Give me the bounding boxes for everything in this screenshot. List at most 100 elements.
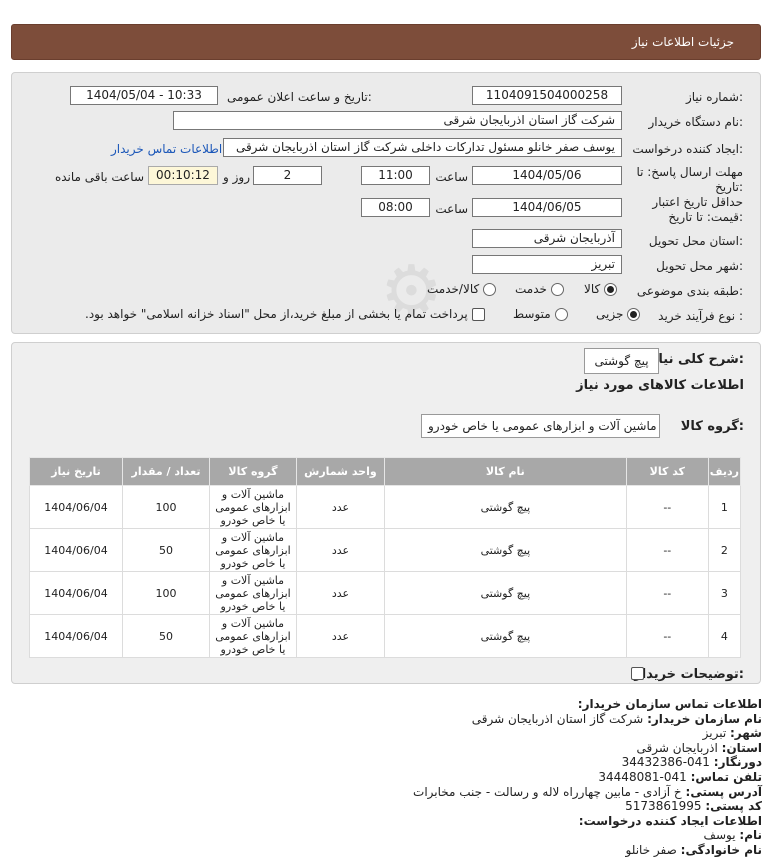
remaining-time-field: 00:10:12 xyxy=(148,166,218,185)
contact-phone: تلفن تماس: 041-34448081 xyxy=(598,769,762,784)
province-label: استان محل تحویل: xyxy=(648,234,743,248)
category-option-goods-label: کالا xyxy=(584,282,601,296)
category-label: طبقه بندی موضوعی: xyxy=(636,284,743,298)
treasury-payment-option[interactable]: پرداخت تمام یا بخشی از مبلغ خرید،از محل … xyxy=(85,307,485,321)
cell-code: -- xyxy=(625,614,709,658)
deadline-date-field: 1404/05/06 xyxy=(472,166,622,185)
page-title: جزئیات اطلاعات نیاز xyxy=(631,35,734,49)
deadline-time-field: 11:00 xyxy=(361,166,430,185)
category-option-service-label: خدمت xyxy=(515,282,547,296)
buyer-contact-link[interactable]: اطلاعات تماس خریدار xyxy=(111,142,222,156)
cell-date: 1404/06/04 xyxy=(28,614,124,658)
contact-fax: دورنگار: 041-34432386 xyxy=(621,755,762,770)
cell-qty: 50 xyxy=(122,614,210,658)
cell-code: -- xyxy=(625,485,709,529)
items-table-header: ردیف کد کالا نام کالا واحد شمارش گروه کا… xyxy=(28,457,742,486)
checkbox-icon[interactable] xyxy=(471,308,485,321)
contact-title: اطلاعات تماس سازمان خریدار: xyxy=(577,697,762,711)
col-name: نام کالا xyxy=(383,457,627,486)
cell-name: پیچ گوشتی xyxy=(383,571,627,615)
cell-qty: 100 xyxy=(122,485,210,529)
buyer-notes-checkbox[interactable] xyxy=(631,667,644,680)
days-label: روز و xyxy=(223,170,250,184)
city-field: تبریز xyxy=(472,255,622,274)
cell-group: ماشین آلات و ابزارهای عمومی یا خاص خودرو xyxy=(208,614,297,658)
validity-label-1: حداقل تاریخ اعتبار xyxy=(652,195,743,209)
category-option-both[interactable]: کالا/خدمت xyxy=(427,282,497,296)
category-option-goods[interactable]: کالا xyxy=(584,282,618,296)
cell-row: 1 xyxy=(707,485,742,529)
col-row: ردیف xyxy=(707,457,742,486)
process-option-minor[interactable]: جزیی xyxy=(596,307,641,321)
need-number-label: شماره نیاز: xyxy=(685,90,743,104)
province-field: آذربایجان شرقی xyxy=(472,229,622,248)
cell-row: 4 xyxy=(707,614,742,658)
radio-icon[interactable] xyxy=(554,308,568,321)
need-number-field: 1104091504000258 xyxy=(472,86,622,105)
cell-group: ماشین آلات و ابزارهای عمومی یا خاص خودرو xyxy=(208,485,297,529)
validity-time-field: 08:00 xyxy=(361,198,430,217)
table-row: 1 -- پیچ گوشتی عدد ماشین آلات و ابزارهای… xyxy=(28,485,742,529)
deadline-time-label: ساعت xyxy=(435,170,468,184)
col-unit: واحد شمارش xyxy=(295,457,385,486)
contact-province: استان: اذربایجان شرقی xyxy=(636,740,762,755)
radio-selected-icon[interactable] xyxy=(627,308,641,321)
col-date: تاریخ نیاز xyxy=(28,457,124,486)
category-option-service[interactable]: خدمت xyxy=(515,282,564,296)
process-label: نوع فرآیند خرید : xyxy=(658,309,743,323)
cell-code: -- xyxy=(625,528,709,572)
cell-row: 2 xyxy=(707,528,742,572)
announce-label: تاریخ و ساعت اعلان عمومی: xyxy=(227,90,372,104)
buyer-notes-label: توضیحات خریدار: xyxy=(634,667,744,682)
creator-label: ایجاد کننده درخواست: xyxy=(632,142,743,156)
group-field: ماشین آلات و ابزارهای عمومی یا خاص خودرو xyxy=(421,414,660,438)
table-row: 3 -- پیچ گوشتی عدد ماشین آلات و ابزارهای… xyxy=(28,571,742,615)
deadline-label-2: تاریخ: xyxy=(715,180,743,194)
cell-name: پیچ گوشتی xyxy=(383,485,627,529)
items-table: ردیف کد کالا نام کالا واحد شمارش گروه کا… xyxy=(28,457,742,658)
buyer-org-field: شرکت گاز استان اذربایجان شرقی xyxy=(173,111,622,130)
validity-time-label: ساعت xyxy=(435,202,468,216)
creator-name: نام: یوسف xyxy=(703,828,762,843)
creator-title: اطلاعات ایجاد کننده درخواست: xyxy=(578,813,762,828)
radio-selected-icon[interactable] xyxy=(604,283,618,296)
contact-org: نام سازمان خریدار: شرکت گاز استان اذربای… xyxy=(471,711,762,726)
days-field: 2 xyxy=(253,166,322,185)
cell-unit: عدد xyxy=(295,528,385,572)
cell-qty: 50 xyxy=(122,528,210,572)
deadline-label-1: مهلت ارسال پاسخ: تا xyxy=(636,165,743,179)
cell-unit: عدد xyxy=(295,571,385,615)
group-label: گروه کالا: xyxy=(680,419,744,434)
page-header: جزئیات اطلاعات نیاز xyxy=(11,24,761,60)
buyer-org-label: نام دستگاه خریدار: xyxy=(648,115,744,129)
announce-field: 1404/05/04 - 10:33 xyxy=(70,86,218,105)
desc-label: شرح کلی نیاز: xyxy=(650,352,744,367)
category-option-both-label: کالا/خدمت xyxy=(427,282,480,296)
table-row: 2 -- پیچ گوشتی عدد ماشین آلات و ابزارهای… xyxy=(28,528,742,572)
cell-group: ماشین آلات و ابزارهای عمومی یا خاص خودرو xyxy=(208,528,297,572)
validity-label-2: قیمت: تا تاریخ: xyxy=(668,210,743,224)
process-option-medium-label: متوسط xyxy=(513,307,551,321)
creator-field: یوسف صفر خانلو مسئول تدارکات داخلی شرکت … xyxy=(223,138,622,157)
cell-name: پیچ گوشتی xyxy=(383,614,627,658)
cell-name: پیچ گوشتی xyxy=(383,528,627,572)
table-row: 4 -- پیچ گوشتی عدد ماشین آلات و ابزارهای… xyxy=(28,614,742,658)
cell-unit: عدد xyxy=(295,614,385,658)
radio-icon[interactable] xyxy=(550,283,564,296)
cell-group: ماشین آلات و ابزارهای عمومی یا خاص خودرو xyxy=(208,571,297,615)
cell-unit: عدد xyxy=(295,485,385,529)
cell-date: 1404/06/04 xyxy=(28,571,124,615)
city-label: شهر محل تحویل: xyxy=(656,259,743,273)
treasury-payment-label: پرداخت تمام یا بخشی از مبلغ خرید،از محل … xyxy=(85,307,468,321)
process-option-medium[interactable]: متوسط xyxy=(513,307,568,321)
radio-icon[interactable] xyxy=(483,283,497,296)
cell-row: 3 xyxy=(707,571,742,615)
col-group: گروه کالا xyxy=(208,457,297,486)
cell-date: 1404/06/04 xyxy=(28,485,124,529)
contact-address: آدرس پستی: خ آزادی - مابین چهارراه لاله … xyxy=(413,784,762,799)
creator-family: نام خانوادگی: صفر خانلو xyxy=(625,842,762,857)
goods-info-title: اطلاعات کالاهای مورد نیاز xyxy=(576,378,744,393)
process-option-minor-label: جزیی xyxy=(596,307,624,321)
col-qty: تعداد / مقدار xyxy=(122,457,210,486)
cell-qty: 100 xyxy=(122,571,210,615)
